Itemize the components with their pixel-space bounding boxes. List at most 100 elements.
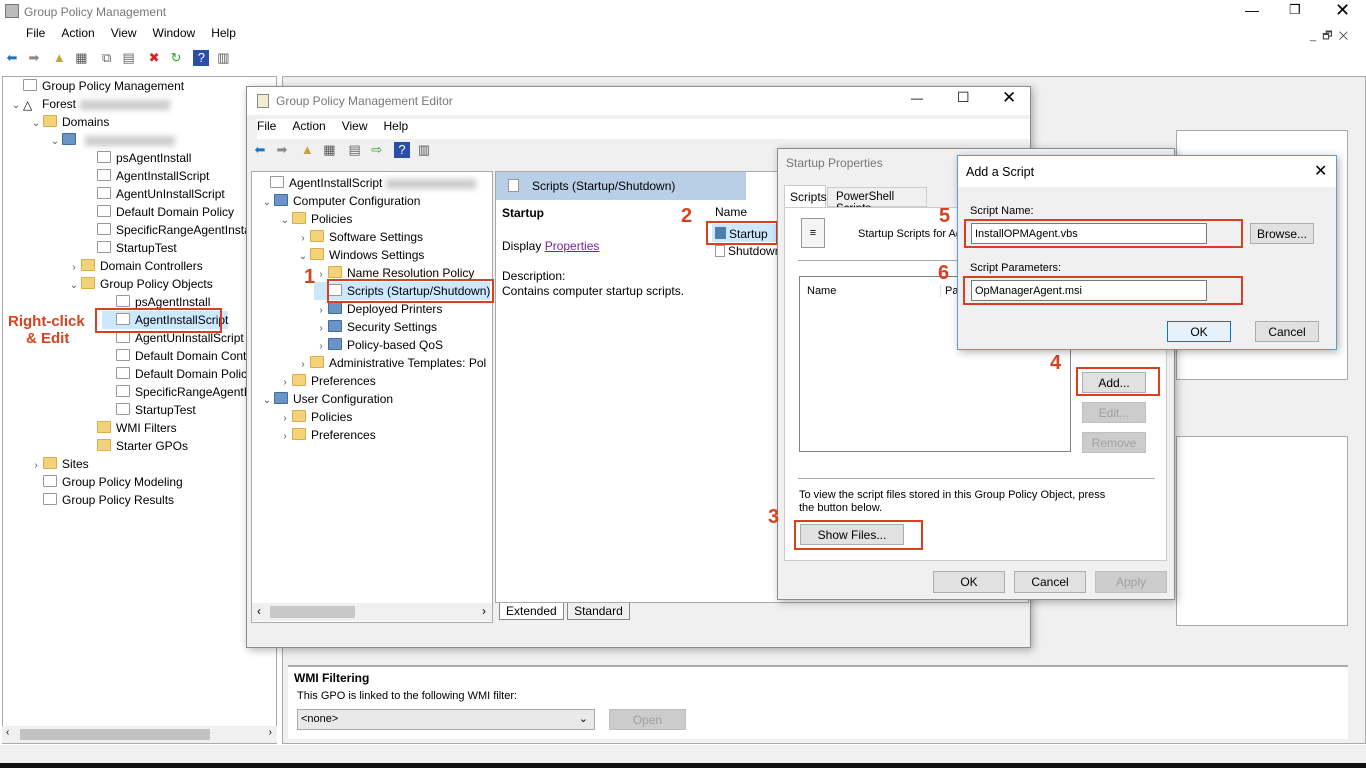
menu-item[interactable]: View	[342, 119, 368, 133]
copy-icon[interactable]: ⧉	[99, 50, 115, 66]
tree-item[interactable]: ⌄ Group Policy Objects	[67, 275, 213, 293]
forward-icon[interactable]: ➡	[274, 142, 290, 158]
editor-tree-hscroll[interactable]: ‹ ›	[252, 603, 492, 621]
add-script-cancel-button[interactable]: Cancel	[1255, 321, 1319, 342]
tree-item-label: Domains	[62, 115, 110, 129]
properties-link[interactable]: Properties	[545, 239, 600, 253]
expand-arrow-icon[interactable]: ⌄	[260, 392, 274, 410]
tree-item[interactable]: SpecificRangeAgentInst	[102, 383, 263, 401]
expand-arrow-icon[interactable]: ⌄	[260, 194, 274, 212]
tree-item[interactable]: ⌄ Domains	[29, 113, 109, 131]
up-folder-icon[interactable]: ▲	[299, 142, 315, 158]
tree-item[interactable]: › Software Settings	[296, 228, 423, 246]
tree-item[interactable]: ⌄ Policies	[278, 210, 352, 228]
tree-item[interactable]: › Policies	[278, 408, 352, 426]
menu-item[interactable]: File	[26, 26, 45, 40]
refresh-icon[interactable]: ↻	[168, 50, 184, 66]
edit-button[interactable]: Edit...	[1082, 402, 1146, 423]
highlight-add-button	[1076, 367, 1160, 396]
tree-item[interactable]: AgentInstallScript	[83, 167, 209, 185]
close-button[interactable]: ✕	[1335, 0, 1350, 21]
help-icon[interactable]: ?	[193, 50, 210, 66]
tree-item[interactable]: › Administrative Templates: Pol	[296, 354, 486, 372]
up-folder-icon[interactable]: ▲	[51, 50, 67, 66]
menu-item[interactable]: File	[257, 119, 276, 133]
add-script-ok-button[interactable]: OK	[1167, 321, 1231, 342]
tree-item[interactable]: ⌄ △ Forest	[9, 95, 171, 115]
tree-item[interactable]: Default Domain Policy	[83, 203, 234, 221]
action-pane-icon[interactable]: ▥	[416, 142, 432, 158]
expand-arrow-icon[interactable]: ⌄	[296, 248, 310, 266]
wmi-open-button[interactable]: Open	[609, 709, 686, 730]
tree-item-label: Computer Configuration	[293, 194, 421, 208]
tree-item[interactable]: ⌄ Windows Settings	[296, 246, 424, 264]
paste-icon[interactable]: ▤	[121, 50, 137, 66]
tree-item[interactable]: ⌄ User Configuration	[260, 390, 393, 408]
show-hide-tree-icon[interactable]: ▦	[73, 50, 89, 66]
expand-arrow-icon[interactable]: ⌄	[278, 212, 292, 230]
back-icon[interactable]: ⬅	[252, 142, 268, 158]
tree-item[interactable]: Group Policy Modeling	[29, 473, 183, 491]
folder-icon	[43, 115, 57, 127]
add-script-close-button[interactable]: ✕	[1314, 161, 1327, 181]
show-hide-tree-icon[interactable]: ▦	[321, 142, 337, 158]
menu-item[interactable]: Window	[153, 26, 196, 40]
tree-item[interactable]: › Preferences	[278, 372, 376, 390]
action-pane-icon[interactable]: ▥	[215, 50, 231, 66]
expand-arrow-icon[interactable]: ⌄	[67, 277, 81, 295]
menu-item[interactable]: Action	[292, 119, 325, 133]
expand-arrow-icon[interactable]: ⌄	[48, 133, 62, 151]
tree-item[interactable]: SpecificRangeAgentInstall	[83, 221, 256, 239]
delete-icon[interactable]: ✖	[146, 50, 162, 66]
properties-icon[interactable]: ▤	[347, 142, 363, 158]
tab-scripts[interactable]: Scripts	[784, 185, 827, 207]
menu-item[interactable]: View	[111, 26, 137, 40]
browse-button[interactable]: Browse...	[1250, 223, 1314, 244]
tree-item-label: Group Policy Modeling	[62, 475, 183, 489]
startup-apply-button[interactable]: Apply	[1095, 571, 1167, 593]
tree-item[interactable]: ⌄ Computer Configuration	[260, 192, 420, 210]
tree-item[interactable]: › Preferences	[278, 426, 376, 444]
menu-item[interactable]: Help	[211, 26, 236, 40]
minimize-button[interactable]: —	[1245, 2, 1259, 18]
remove-button[interactable]: Remove	[1082, 432, 1146, 453]
editor-maximize-button[interactable]: ☐	[957, 89, 970, 106]
tree-item[interactable]: AgentInstallScript	[256, 174, 477, 192]
tree-item[interactable]: › Sites	[29, 455, 89, 473]
highlight-startup-item	[706, 221, 778, 245]
tree-item[interactable]: StartupTest	[83, 239, 177, 257]
tree-item[interactable]: WMI Filters	[83, 419, 177, 437]
restore-button[interactable]: ❐	[1289, 2, 1301, 18]
startup-cancel-button[interactable]: Cancel	[1014, 571, 1086, 593]
tree-item[interactable]: › Domain Controllers	[67, 257, 203, 275]
help-icon[interactable]: ?	[394, 142, 411, 158]
tree-item[interactable]: StartupTest	[102, 401, 196, 419]
tree-item[interactable]: AgentUnInstallScript	[83, 185, 225, 203]
tab-extended[interactable]: Extended	[499, 603, 564, 620]
tab-powershell-scripts[interactable]: PowerShell Scripts	[827, 187, 927, 215]
forward-icon[interactable]: ➡	[26, 50, 42, 66]
export-icon[interactable]: ⇨	[369, 142, 385, 158]
menu-item[interactable]: Action	[61, 26, 94, 40]
expand-arrow-icon[interactable]: ⌄	[29, 115, 43, 133]
editor-close-button[interactable]: ✕	[1002, 88, 1016, 108]
tree-item[interactable]: Starter GPOs	[83, 437, 188, 455]
menu-item[interactable]: Help	[384, 119, 409, 133]
tree-item[interactable]: › Policy-based QoS	[314, 336, 443, 354]
tree-item[interactable]: Default Domain Policy	[102, 365, 253, 383]
tree-item[interactable]: › Security Settings	[314, 318, 437, 336]
list-item-shutdown[interactable]: Shutdown	[712, 244, 778, 258]
wmi-filter-select[interactable]: <none> ⌄	[297, 709, 595, 730]
editor-minimize-button[interactable]: —	[911, 91, 923, 105]
tree-item[interactable]: Default Domain Control	[102, 347, 260, 365]
startup-ok-button[interactable]: OK	[933, 571, 1005, 593]
collapse-arrow-icon[interactable]: ›	[278, 428, 292, 446]
back-icon[interactable]: ⬅	[4, 50, 20, 66]
tree-item[interactable]: Group Policy Results	[29, 491, 174, 509]
tab-standard[interactable]: Standard	[567, 603, 630, 620]
tree-item[interactable]: psAgentInstall	[83, 149, 191, 167]
tree-item[interactable]: Group Policy Management	[9, 77, 184, 95]
expand-arrow-icon[interactable]: ⌄	[9, 97, 23, 115]
main-tree-hscroll[interactable]: ‹ ›	[2, 726, 277, 743]
tree-item[interactable]: ⌄	[48, 131, 175, 149]
